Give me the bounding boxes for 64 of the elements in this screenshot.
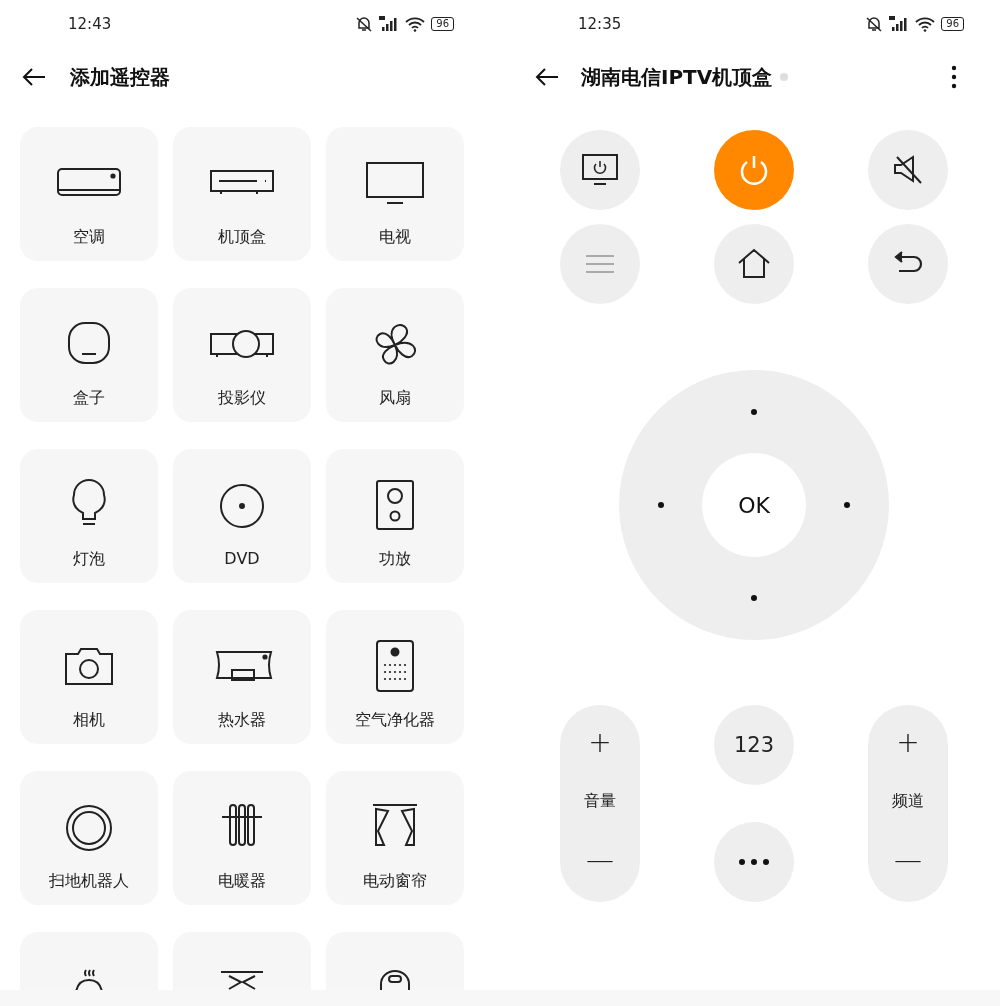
device-tile[interactable]: 功放 — [326, 449, 464, 583]
rounded-box-icon — [68, 322, 110, 364]
signal-icon — [379, 16, 400, 32]
direction-pad[interactable]: OK — [619, 370, 889, 640]
tv-power-icon — [580, 153, 620, 187]
muted-bell-icon — [355, 16, 374, 32]
page-title: 湖南电信IPTV机顶盒 — [581, 63, 773, 91]
channel-rocker[interactable]: + 频道 — — [868, 705, 948, 902]
water-heater-icon — [216, 651, 272, 681]
device-tile[interactable]: 电视 — [326, 127, 464, 261]
device-tile[interactable]: 灯泡 — [20, 449, 158, 583]
volume-down-button[interactable]: — — [586, 844, 614, 876]
volume-label: 音量 — [584, 791, 616, 812]
channel-up-button[interactable]: + — [896, 727, 920, 759]
status-time: 12:35 — [578, 15, 622, 33]
back-arrow-icon[interactable] — [22, 67, 46, 87]
speaker-icon — [376, 480, 414, 530]
more-icon — [738, 858, 770, 866]
battery-indicator: 96 — [431, 17, 454, 31]
battery-indicator: 96 — [941, 17, 964, 31]
device-tile[interactable]: 机顶盒 — [173, 127, 311, 261]
volume-up-button[interactable]: + — [588, 727, 612, 759]
device-tile[interactable]: 热水器 — [173, 610, 311, 744]
device-tile[interactable]: DVD — [173, 449, 311, 583]
air-conditioner-icon — [57, 168, 121, 196]
robot-icon — [380, 970, 410, 990]
light-bulb-icon — [72, 479, 106, 525]
number-pad-button[interactable]: 123 — [714, 705, 794, 785]
device-tile[interactable]: 空气净化器 — [326, 610, 464, 744]
air-purifier-icon — [376, 640, 414, 692]
status-time: 12:43 — [68, 15, 112, 33]
ok-button[interactable]: OK — [702, 453, 806, 557]
device-tile[interactable]: 电暖器 — [173, 771, 311, 905]
signal-icon — [889, 16, 910, 32]
projector-icon — [210, 330, 274, 358]
cooker-icon — [75, 969, 103, 990]
device-tile[interactable]: 投影仪 — [173, 288, 311, 422]
radiator-icon — [221, 804, 263, 846]
set-top-box-icon — [210, 170, 274, 195]
device-tile[interactable]: 相机 — [20, 610, 158, 744]
menu-icon — [584, 253, 616, 275]
device-tile[interactable]: 电动窗帘 — [326, 771, 464, 905]
device-tile[interactable]: 扫地机器人 — [20, 771, 158, 905]
volume-rocker[interactable]: + 音量 — — [560, 705, 640, 902]
curtain-icon — [372, 804, 418, 846]
channel-down-button[interactable]: — — [894, 844, 922, 876]
back-arrow-icon[interactable] — [535, 67, 559, 87]
device-tile[interactable]: 风扇 — [326, 288, 464, 422]
home-icon — [737, 248, 771, 280]
page-title: 添加遥控器 — [70, 63, 170, 91]
status-dot — [780, 73, 789, 81]
muted-bell-icon — [865, 16, 884, 32]
wifi-icon — [405, 16, 426, 32]
more-options-icon[interactable] — [951, 65, 957, 89]
disc-icon — [220, 484, 264, 528]
channel-label: 频道 — [892, 791, 924, 812]
zigzag-icon — [220, 971, 264, 990]
device-tile[interactable]: 空调 — [20, 127, 158, 261]
wifi-icon — [915, 16, 936, 32]
camera-icon — [65, 648, 113, 685]
device-tile[interactable]: 盒子 — [20, 288, 158, 422]
fan-icon — [375, 323, 417, 365]
ring-icon — [66, 805, 112, 851]
tv-icon — [366, 162, 424, 204]
